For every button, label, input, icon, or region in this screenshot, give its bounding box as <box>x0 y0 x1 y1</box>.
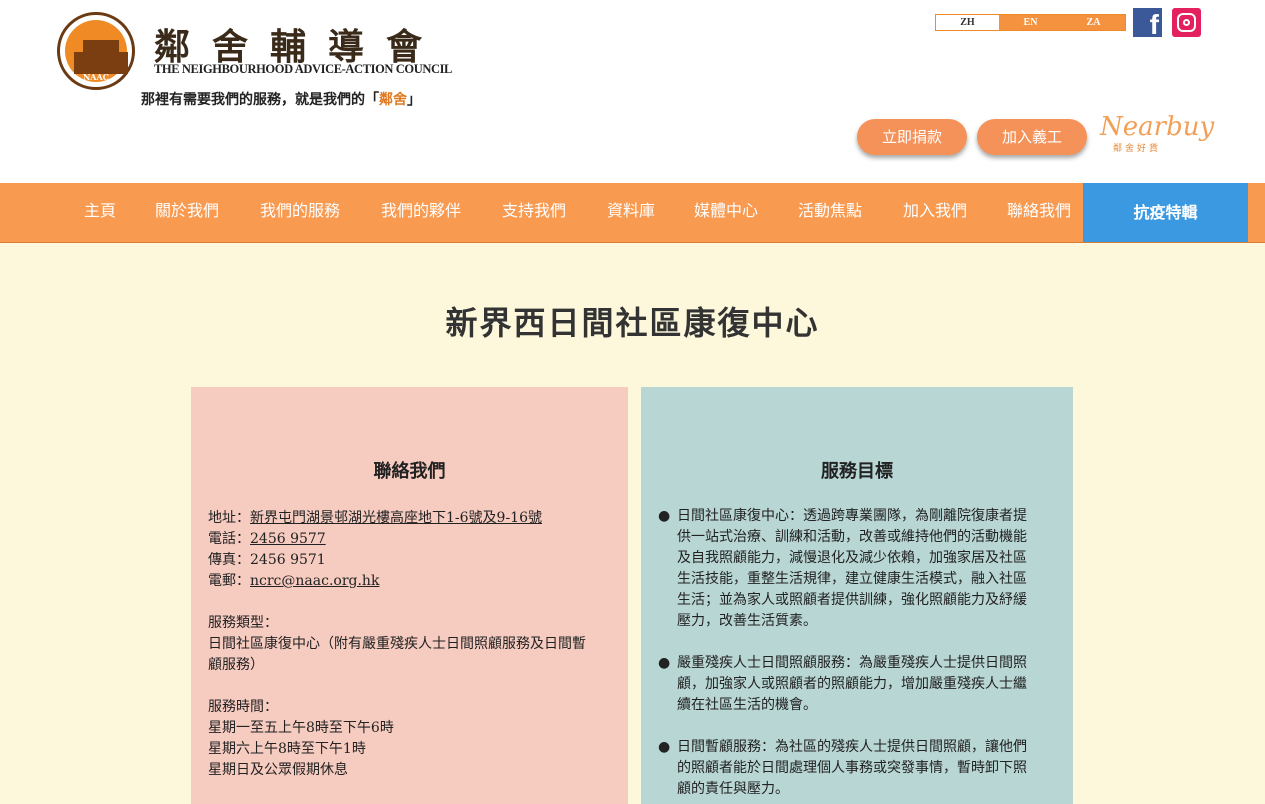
contact-heading: 聯絡我們 <box>373 461 446 482</box>
email-link[interactable]: ncrc@naac.org.hk <box>250 573 379 589</box>
service-heading: 服務目標 <box>821 461 893 482</box>
instagram-lens <box>1183 19 1190 26</box>
bullet-1-line: 及自我照顧能力，減慢退化及減少依賴，加強家居及社區 <box>677 550 1027 566</box>
phone-row: 電話：2456 9577 <box>208 529 326 550</box>
nav-anti-epidemic[interactable]: 抗疫特輯 <box>1083 183 1248 242</box>
site-header: NAAC 鄰舍輔導會 THE NEIGHBOURHOOD ADVICE-ACTI… <box>0 0 1265 183</box>
nav-partners[interactable]: 我們的夥伴 <box>381 183 461 241</box>
facebook-glyph: f <box>1149 9 1159 40</box>
phone-link[interactable]: 2456 9577 <box>250 531 326 547</box>
hours-label: 服務時間： <box>208 699 278 715</box>
hours-weekday: 星期一至五上午8時至下午6時 <box>208 720 394 736</box>
volunteer-button[interactable]: 加入義工 <box>977 119 1087 155</box>
service-type-line-2: 顧服務） <box>208 657 264 673</box>
lang-en[interactable]: EN <box>999 15 1062 30</box>
slogan: 那裡有需要我們的服務，就是我們的「鄰舍」 <box>141 89 421 109</box>
address-row: 地址：新界屯門湖景邨湖光樓高座地下1-6號及9-16號 <box>208 508 542 529</box>
bullet-3-line: 的照顧者能於日間處理個人事務或突發事情，暫時卸下照 <box>677 760 1027 776</box>
bullet-1-line: 壓力，改善生活質素。 <box>677 613 817 629</box>
language-selector: ZH EN ZA <box>935 14 1126 31</box>
instagram-ring <box>1177 13 1196 32</box>
nav-media[interactable]: 媒體中心 <box>694 183 758 241</box>
hours-sunday: 星期日及公眾假期休息 <box>208 762 348 778</box>
bullet-1-line: 生活技能，重整生活規律，建立健康生活模式，融入社區 <box>677 571 1027 587</box>
nav-home[interactable]: 主頁 <box>84 183 116 241</box>
fax-value: 2456 9571 <box>250 552 326 568</box>
nav-contact[interactable]: 聯絡我們 <box>1007 183 1071 241</box>
page-title: 新界西日間社區康復中心 <box>445 304 820 342</box>
nav-about[interactable]: 關於我們 <box>155 183 219 241</box>
nav-services[interactable]: 我們的服務 <box>260 183 340 241</box>
bullet-1-line: 供一站式治療、訓練和活動，改善或維持他們的活動機能 <box>677 529 1027 545</box>
nearbuy-wordmark: Nearbuy <box>1100 112 1215 142</box>
slogan-text: 那裡有需要我們的服務，就是我們的「 <box>141 92 379 108</box>
donate-button[interactable]: 立即捐款 <box>857 119 967 155</box>
logo-building-right <box>114 52 128 74</box>
nav-support[interactable]: 支持我們 <box>502 183 566 241</box>
email-label: 電郵： <box>208 573 250 589</box>
phone-label: 電話： <box>208 531 250 547</box>
bullet-2-line: 嚴重殘疾人士日間照顧服務：為嚴重殘疾人士提供日間照 <box>677 655 1027 671</box>
service-bullet-1: 日間社區康復中心：透過跨專業團隊，為剛離院復康者提 供一站式治療、訓練和活動，改… <box>677 506 1062 632</box>
service-bullet-2: 嚴重殘疾人士日間照顧服務：為嚴重殘疾人士提供日間照 顧，加強家人或照顧者的照顧能… <box>677 653 1062 716</box>
service-type-label: 服務類型： <box>208 615 278 631</box>
bullet-1-line: 日間社區康復中心：透過跨專業團隊，為剛離院復康者提 <box>677 508 1027 524</box>
hours-saturday: 星期六上午8時至下午1時 <box>208 741 366 757</box>
bullet-3-line: 顧的責任與壓力。 <box>677 781 789 797</box>
lang-za[interactable]: ZA <box>1062 15 1125 30</box>
slogan-end: 」 <box>407 92 421 108</box>
address-link[interactable]: 新界屯門湖景邨湖光樓高座地下1-6號及9-16號 <box>250 510 542 526</box>
nav-library[interactable]: 資料庫 <box>607 183 655 241</box>
bullet-2-dot: ● <box>658 655 671 671</box>
nearbuy-logo[interactable]: Nearbuy 鄰舍好貨 <box>1100 112 1215 155</box>
logo-abbr: NAAC <box>82 72 110 82</box>
email-row: 電郵：ncrc@naac.org.hk <box>208 571 379 592</box>
org-name-english: THE NEIGHBOURHOOD ADVICE-ACTION COUNCIL <box>154 62 452 76</box>
bullet-3-line: 日間暫顧服務：為社區的殘疾人士提供日間照顧，讓他們 <box>677 739 1027 755</box>
bullet-2-line: 續在社區生活的機會。 <box>677 697 817 713</box>
service-bullet-3: 日間暫顧服務：為社區的殘疾人士提供日間照顧，讓他們 的照顧者能於日間處理個人事務… <box>677 737 1062 800</box>
fax-label: 傳真： <box>208 552 250 568</box>
naac-logo[interactable]: NAAC <box>57 12 135 90</box>
bullet-3-dot: ● <box>658 739 671 755</box>
bullet-1-dot: ● <box>658 508 671 524</box>
nearbuy-chinese: 鄰舍好貨 <box>1113 144 1162 154</box>
instagram-icon[interactable] <box>1172 8 1201 37</box>
nav-join[interactable]: 加入我們 <box>903 183 967 241</box>
service-type-line-1: 日間社區康復中心（附有嚴重殘疾人士日間照顧服務及日間暫 <box>208 636 586 652</box>
bullet-2-line: 顧，加強家人或照顧者的照顧能力，增加嚴重殘疾人士繼 <box>677 676 1027 692</box>
main-nav: 主頁 關於我們 我們的服務 我們的夥伴 支持我們 資料庫 媒體中心 活動焦點 加… <box>0 183 1265 243</box>
address-label: 地址： <box>208 510 250 526</box>
bullet-1-line: 生活；並為家人或照顧者提供訓練，強化照顧能力及紓緩 <box>677 592 1027 608</box>
slogan-highlight: 鄰舍 <box>379 92 407 108</box>
nav-events[interactable]: 活動焦點 <box>798 183 862 241</box>
facebook-icon[interactable]: f <box>1133 8 1162 40</box>
lang-zh[interactable]: ZH <box>936 15 999 30</box>
fax-row: 傳真：2456 9571 <box>208 550 326 571</box>
